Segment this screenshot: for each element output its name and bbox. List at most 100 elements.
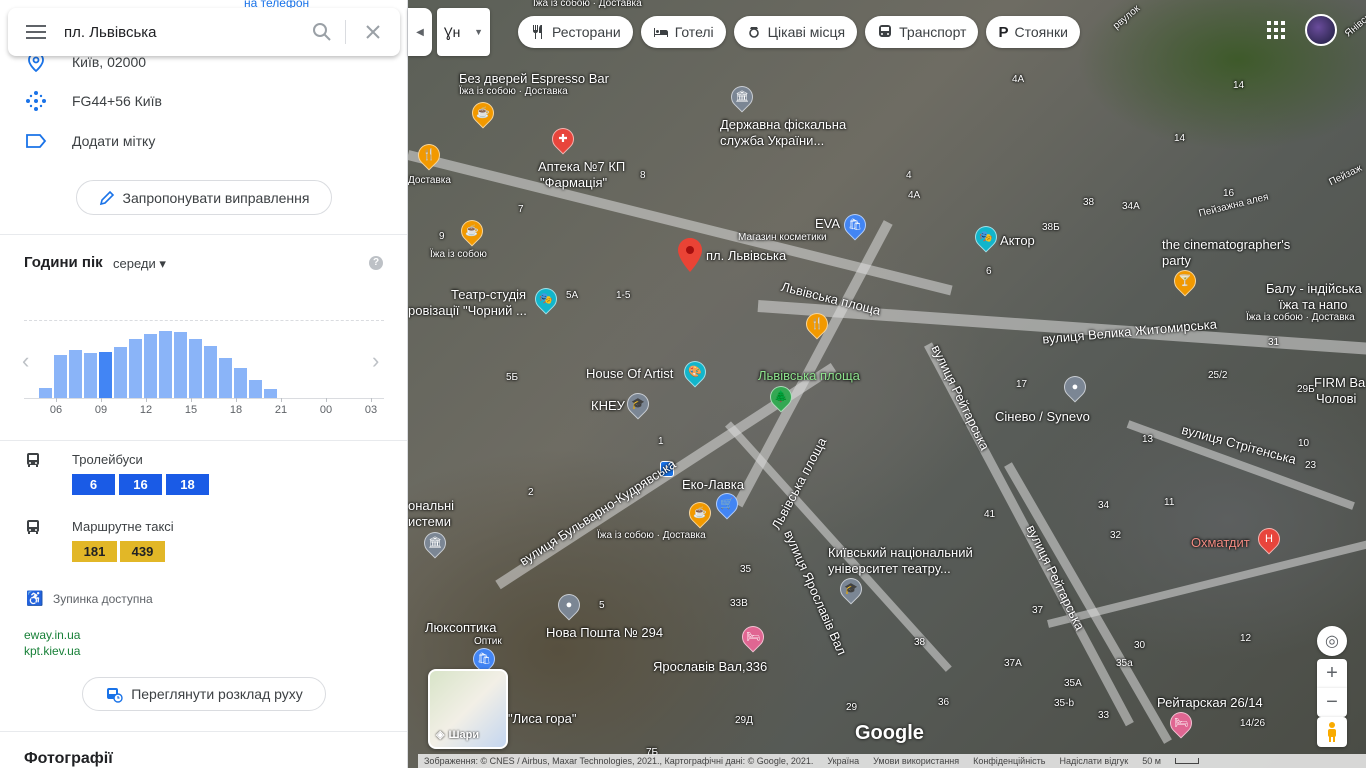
zoom-out-button[interactable]: − [1317, 688, 1347, 717]
menu-button[interactable] [8, 8, 64, 56]
zoom-in-button[interactable]: + [1317, 659, 1347, 688]
chip-restaurants[interactable]: Ресторани [518, 16, 633, 48]
map-label[interactable]: EVA [815, 216, 840, 231]
minibus-route-chip[interactable]: 181 [72, 541, 117, 562]
cafe-pin[interactable]: ☕ [456, 215, 488, 247]
histogram-bar[interactable] [189, 339, 202, 398]
my-location-button[interactable]: ◎ [1317, 626, 1347, 656]
selected-place-pin[interactable] [678, 238, 702, 277]
place-pin[interactable]: ● [1059, 371, 1091, 403]
hotel-pin[interactable]: 🛏 [1165, 707, 1197, 739]
government-pin[interactable]: 🏛 [726, 81, 758, 113]
clear-search-button[interactable] [346, 24, 400, 40]
add-label-row[interactable]: Додати мітку [0, 121, 407, 161]
histogram-bar[interactable] [114, 347, 127, 398]
suggest-edit-button[interactable]: Запропонувати виправлення [76, 180, 332, 215]
satellite-map[interactable]: пл. Львівська ☕ Без дверей Espresso Bar … [408, 0, 1366, 768]
chip-attractions[interactable]: Цікаві місця [733, 16, 858, 48]
map-label[interactable]: Сінево / Synevo [995, 409, 1090, 424]
trolleybus-route-chip[interactable]: 18 [166, 474, 209, 495]
histogram-bar[interactable] [129, 339, 142, 398]
language-toggle[interactable]: Ɣн ▼ [437, 8, 490, 56]
histogram-bar[interactable] [249, 380, 262, 398]
histogram-bar[interactable] [144, 334, 157, 398]
histogram-bar[interactable] [99, 352, 112, 398]
histogram-bar[interactable] [204, 346, 217, 398]
theater-pin[interactable]: 🎭 [970, 221, 1002, 253]
plus-code-text: FG44+56 Київ [72, 93, 162, 109]
house-number-label: 16 [1223, 188, 1235, 199]
privacy-link[interactable]: Конфіденційність [973, 756, 1045, 766]
help-icon[interactable]: ? [369, 256, 383, 270]
map-label[interactable]: Ярославів Вал,336 [653, 659, 767, 674]
search-input[interactable]: пл. Львівська [64, 24, 298, 41]
day-selector[interactable]: середи ▾ [113, 256, 166, 272]
map-label[interactable]: Державна фіскальна [720, 117, 846, 132]
histogram-bar[interactable] [84, 353, 97, 398]
post-pin[interactable]: ● [553, 589, 585, 621]
histogram-bar[interactable] [54, 355, 67, 398]
minibus-route-chip[interactable]: 439 [120, 541, 165, 562]
apps-grid-button[interactable] [1266, 20, 1286, 40]
view-schedule-button[interactable]: Переглянути розклад руху [82, 677, 326, 711]
histogram-bar[interactable] [219, 358, 232, 398]
kpt-link[interactable]: kpt.kiev.ua [24, 644, 80, 658]
map-label-main[interactable]: пл. Львівська [706, 248, 786, 263]
map-label[interactable]: Київський національний [828, 545, 973, 560]
histogram-tick-label: 06 [49, 404, 63, 416]
theater-pin[interactable]: 🎭 [530, 283, 562, 315]
cafe-pin[interactable]: ☕ [684, 497, 716, 529]
map-label[interactable]: "Лиса гора" [508, 711, 577, 726]
histogram-bar[interactable] [234, 368, 247, 398]
histogram-bar[interactable] [39, 388, 52, 398]
histogram-bar[interactable] [69, 350, 82, 398]
map-label: Магазин косметики [738, 232, 827, 243]
shop-pin[interactable]: 🛍 [839, 209, 871, 241]
map-label[interactable]: ональні [408, 498, 454, 513]
histogram-bar[interactable] [174, 332, 187, 398]
university-pin[interactable]: 🎓 [622, 388, 654, 420]
restaurant-pin[interactable]: ☕ [467, 97, 499, 129]
map-label[interactable]: House Of Artist [586, 366, 673, 381]
terms-link[interactable]: Умови використання [873, 756, 959, 766]
map-label[interactable]: Нова Пошта № 294 [546, 625, 663, 640]
trolleybus-route-chip[interactable]: 6 [72, 474, 115, 495]
avatar[interactable] [1305, 14, 1337, 46]
map-label[interactable]: Без дверей Espresso Bar [459, 71, 609, 86]
map-label[interactable]: Театр-студія [451, 287, 526, 302]
map-label[interactable]: Актор [1000, 233, 1035, 248]
search-box[interactable]: пл. Львівська [8, 8, 400, 56]
bar-pin[interactable]: 🍸 [1169, 265, 1201, 297]
hotel-pin[interactable]: 🛏 [737, 621, 769, 653]
map-label[interactable]: Люксоптика [425, 620, 496, 635]
map-label[interactable]: Еко-Лавка [682, 477, 744, 492]
plus-code-row[interactable]: FG44+56 Київ [0, 81, 407, 121]
collapse-panel-button[interactable]: ◀ [408, 8, 432, 56]
map-label[interactable]: КНЕУ [591, 398, 625, 413]
histogram-bar[interactable] [159, 331, 172, 398]
chip-hotels[interactable]: Готелі [640, 16, 726, 48]
map-label[interactable]: the cinematographer's [1162, 237, 1290, 252]
hospital-pin[interactable]: H [1253, 523, 1285, 555]
place-pin[interactable]: 🏛 [419, 527, 451, 559]
map-label[interactable]: Охматдит [1191, 535, 1250, 550]
gallery-pin[interactable]: 🎨 [679, 356, 711, 388]
pharmacy-pin[interactable]: ✚ [547, 123, 579, 155]
map-label[interactable]: Львівська площа [758, 368, 860, 383]
map-label[interactable]: Аптека №7 КП [538, 159, 625, 174]
map-label[interactable]: Рейтарская 26/14 [1157, 695, 1263, 710]
layers-button[interactable]: ◈ Шари [428, 669, 508, 749]
search-button[interactable] [298, 20, 346, 44]
histogram-bar[interactable] [264, 389, 277, 398]
trolleybus-route-chip[interactable]: 16 [119, 474, 162, 495]
map-label[interactable]: FIRM Ba [1314, 375, 1365, 390]
chip-parking[interactable]: P Стоянки [986, 16, 1080, 48]
house-number-label: 30 [1134, 640, 1146, 651]
country-link[interactable]: Україна [827, 756, 859, 766]
eway-link[interactable]: eway.in.ua [24, 628, 80, 642]
chip-transit[interactable]: Транспорт [865, 16, 979, 48]
street-view-pegman[interactable] [1317, 717, 1347, 747]
map-label[interactable]: Балу - індійська [1266, 281, 1362, 296]
hospital-icon: H [1265, 533, 1273, 545]
feedback-link[interactable]: Надіслати відгук [1059, 756, 1128, 766]
